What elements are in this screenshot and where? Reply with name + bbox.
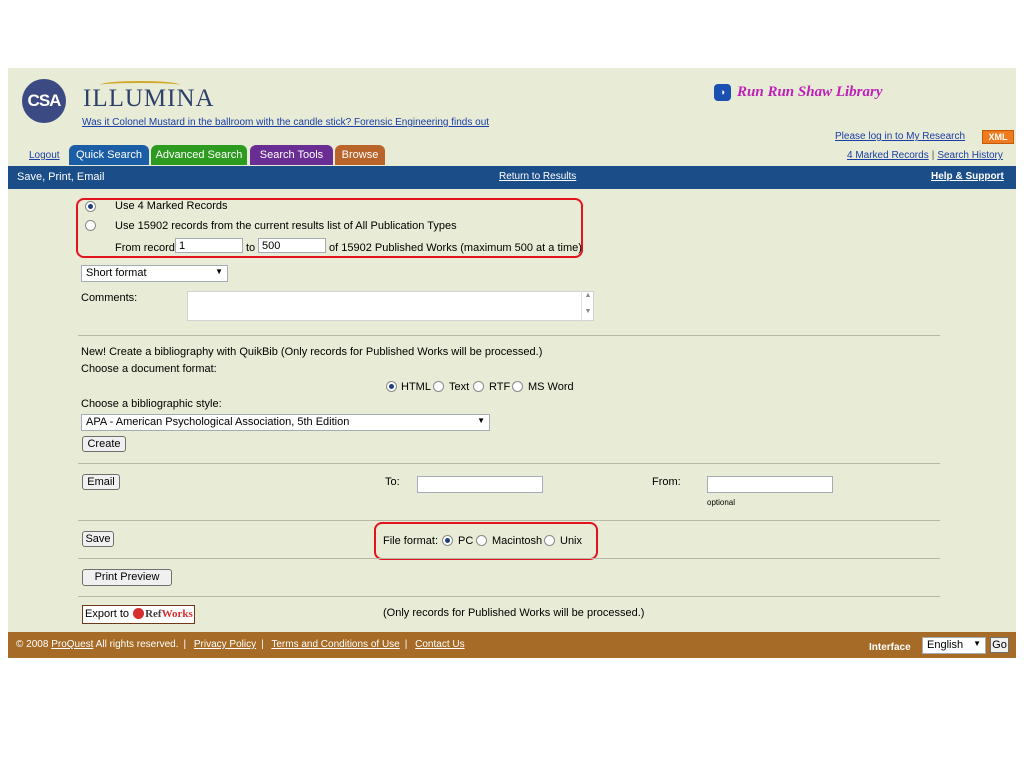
style-select[interactable]: APA - American Psychological Association… bbox=[81, 414, 490, 431]
header-right-links: 4 Marked Records | Search History bbox=[847, 150, 1003, 161]
comments-scrollbar[interactable]: ▲ ▼ bbox=[581, 291, 594, 321]
chevron-down-icon: ▼ bbox=[215, 267, 223, 276]
from-record-input[interactable] bbox=[175, 238, 243, 253]
format-select-value: Short format bbox=[86, 267, 147, 279]
use-marked-label: Use 4 Marked Records bbox=[115, 200, 228, 212]
refworks-brand-ref: Ref bbox=[145, 608, 162, 620]
rights-text: All rights reserved. bbox=[95, 639, 179, 650]
file-format-pc-radio[interactable] bbox=[442, 535, 453, 546]
to-record-input[interactable] bbox=[258, 238, 326, 253]
email-to-input[interactable] bbox=[417, 476, 543, 493]
language-select-value: English bbox=[927, 639, 964, 651]
separator: | bbox=[183, 639, 187, 650]
file-format-unix-radio[interactable] bbox=[544, 535, 555, 546]
comments-box: ▲ ▼ bbox=[187, 291, 594, 321]
comments-label: Comments: bbox=[81, 292, 138, 304]
contact-us-link[interactable]: Contact Us bbox=[415, 639, 464, 650]
help-support-link[interactable]: Help & Support bbox=[931, 171, 1004, 182]
language-select[interactable]: English ▼ bbox=[922, 637, 986, 654]
from-record-label: From record bbox=[115, 242, 175, 254]
format-msword-radio[interactable] bbox=[512, 381, 523, 392]
library-label: Run Run Shaw Library bbox=[737, 84, 883, 100]
save-button[interactable]: Save bbox=[82, 531, 114, 547]
use-marked-radio[interactable] bbox=[85, 201, 96, 212]
separator: | bbox=[261, 639, 264, 650]
choose-style-label: Choose a bibliographic style: bbox=[81, 398, 222, 410]
email-to-label: To: bbox=[385, 476, 400, 488]
chevron-down-icon: ▼ bbox=[973, 639, 981, 648]
copyright-year: © 2008 bbox=[16, 639, 49, 650]
export-refworks-button[interactable]: Export to RefWorks bbox=[82, 605, 195, 624]
divider bbox=[78, 596, 940, 597]
separator: | bbox=[404, 639, 408, 650]
comments-field[interactable] bbox=[187, 291, 594, 321]
separator: | bbox=[931, 150, 935, 161]
refworks-brand-works: Works bbox=[161, 608, 193, 620]
format-html-radio[interactable] bbox=[386, 381, 397, 392]
email-button[interactable]: Email bbox=[82, 474, 120, 490]
logout-link[interactable]: Logout bbox=[29, 150, 60, 161]
format-rtf-label: RTF bbox=[489, 381, 511, 393]
library-name: ◑ Run Run Shaw Library bbox=[714, 84, 882, 101]
optional-hint: optional bbox=[707, 498, 736, 507]
file-format-mac-radio[interactable] bbox=[476, 535, 487, 546]
to-label: to bbox=[246, 242, 256, 254]
footer: © 2008 ProQuest All rights reserved. | Pr… bbox=[8, 632, 1016, 658]
email-from-label: From: bbox=[652, 476, 681, 488]
divider bbox=[78, 463, 940, 464]
library-icon: ◑ bbox=[714, 84, 731, 101]
range-note: of 15902 Published Works (maximum 500 at… bbox=[329, 242, 582, 254]
format-text-radio[interactable] bbox=[433, 381, 444, 392]
xml-badge[interactable]: XML bbox=[982, 130, 1014, 144]
format-msword-label: MS Word bbox=[528, 381, 574, 393]
divider bbox=[78, 558, 940, 559]
use-results-radio[interactable] bbox=[85, 220, 96, 231]
quikbib-intro: New! Create a bibliography with QuikBib … bbox=[81, 346, 543, 358]
privacy-policy-link[interactable]: Privacy Policy bbox=[194, 639, 256, 650]
proquest-link[interactable]: ProQuest bbox=[51, 639, 93, 650]
app-frame: CSA ILLUMINA Was it Colonel Mustard in t… bbox=[8, 68, 1016, 658]
go-button[interactable]: Go bbox=[990, 637, 1009, 653]
title-bar: Save, Print, Email Return to Results Hel… bbox=[8, 166, 1016, 189]
scroll-up-icon[interactable]: ▲ bbox=[582, 292, 594, 299]
tagline-link[interactable]: Was it Colonel Mustard in the ballroom w… bbox=[82, 117, 489, 128]
file-format-label: File format: bbox=[383, 535, 439, 547]
illumina-logo: ILLUMINA bbox=[83, 85, 215, 112]
marked-records-link[interactable]: 4 Marked Records bbox=[847, 150, 929, 161]
email-from-input[interactable] bbox=[707, 476, 833, 493]
return-to-results-link[interactable]: Return to Results bbox=[499, 171, 576, 182]
chevron-down-icon: ▼ bbox=[477, 416, 485, 425]
page-title: Save, Print, Email bbox=[17, 171, 105, 183]
search-history-link[interactable]: Search History bbox=[937, 150, 1003, 161]
format-rtf-radio[interactable] bbox=[473, 381, 484, 392]
format-html-label: HTML bbox=[401, 381, 431, 393]
tab-search-tools[interactable]: Search Tools bbox=[250, 145, 333, 165]
file-format-mac-label: Macintosh bbox=[492, 535, 543, 547]
csa-logo: CSA bbox=[22, 79, 66, 123]
divider bbox=[78, 335, 940, 336]
refworks-icon bbox=[133, 608, 145, 619]
format-text-label: Text bbox=[449, 381, 470, 393]
divider bbox=[78, 520, 940, 521]
login-link[interactable]: Please log in to My Research bbox=[835, 131, 965, 142]
format-select[interactable]: Short format ▼ bbox=[81, 265, 228, 282]
copyright: © 2008 ProQuest All rights reserved. | Pr… bbox=[16, 639, 465, 650]
use-results-label: Use 15902 records from the current resul… bbox=[115, 220, 457, 232]
export-prefix: Export to bbox=[85, 608, 130, 620]
create-button[interactable]: Create bbox=[82, 436, 126, 452]
file-format-unix-label: Unix bbox=[560, 535, 583, 547]
print-preview-button[interactable]: Print Preview bbox=[82, 569, 172, 586]
style-select-value: APA - American Psychological Association… bbox=[86, 416, 350, 428]
terms-link[interactable]: Terms and Conditions of Use bbox=[271, 639, 399, 650]
file-format-pc-label: PC bbox=[458, 535, 474, 547]
interface-label: Interface bbox=[869, 642, 911, 653]
tab-advanced-search[interactable]: Advanced Search bbox=[151, 145, 247, 165]
export-note: (Only records for Published Works will b… bbox=[383, 607, 645, 619]
choose-format-label: Choose a document format: bbox=[81, 363, 217, 375]
tab-browse[interactable]: Browse bbox=[335, 145, 385, 165]
scroll-down-icon[interactable]: ▼ bbox=[582, 308, 594, 315]
tab-quick-search[interactable]: Quick Search bbox=[69, 145, 149, 165]
